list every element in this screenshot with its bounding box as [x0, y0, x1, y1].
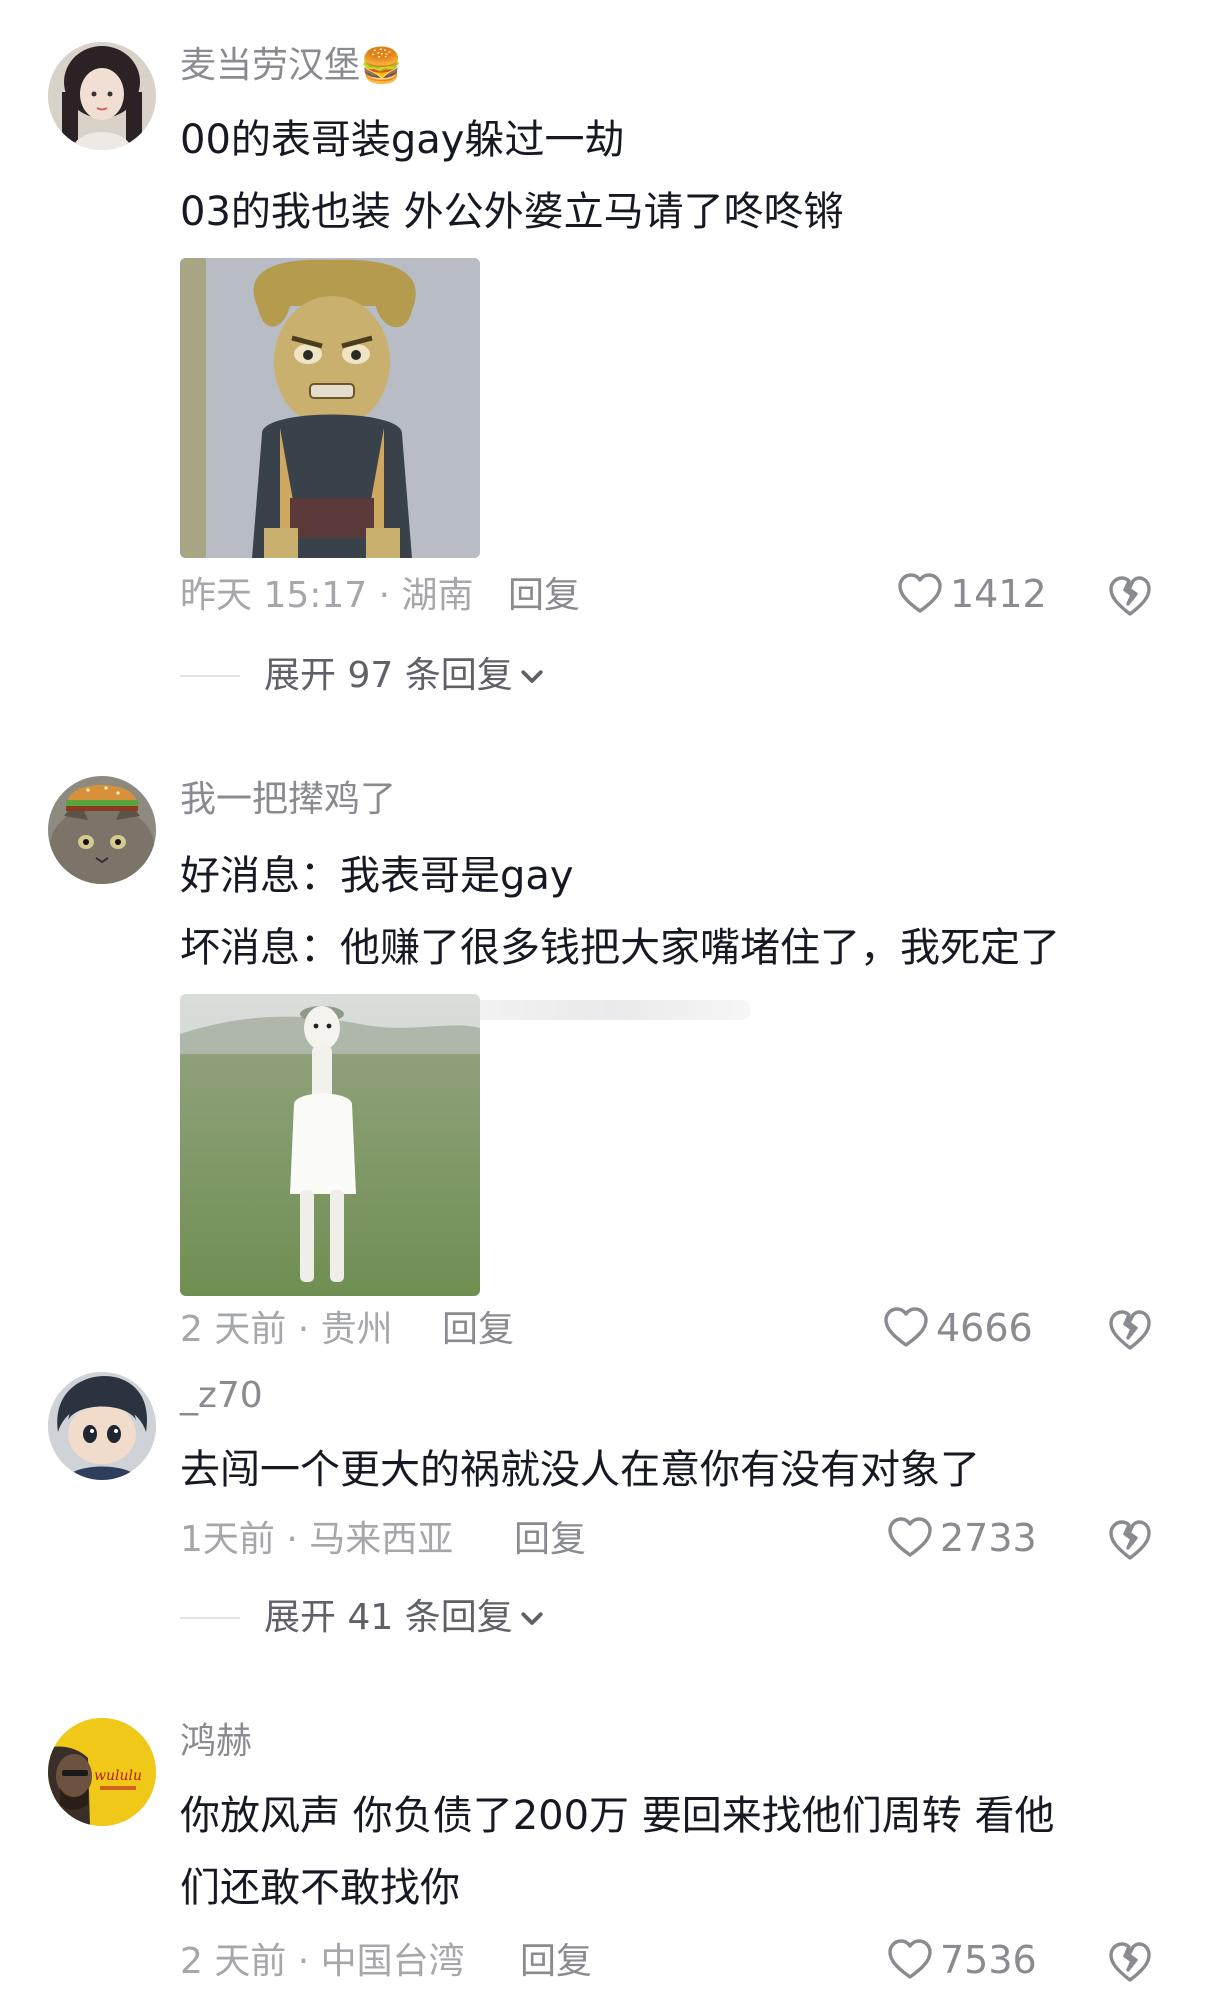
- comment-meta: 2 天前 · 中国台湾: [180, 1941, 465, 1982]
- like-count: 7536: [940, 1938, 1037, 1982]
- broken-heart-icon: [1106, 1938, 1154, 1986]
- avatar-logo-text: wululu: [94, 1768, 142, 1784]
- heart-icon: [886, 1936, 934, 1984]
- like-button[interactable]: 7536: [886, 1936, 1037, 1984]
- username[interactable]: 鸿赫: [180, 1720, 252, 1764]
- dislike-button[interactable]: [1106, 1938, 1154, 1986]
- avatar[interactable]: wululu: [48, 1718, 156, 1826]
- comment-item: wululu 鸿赫 你放风声 你负债了200万 要回来找他们周转 看他 们还敢不…: [0, 0, 1206, 2010]
- reply-button[interactable]: 回复: [520, 1940, 592, 1984]
- comment-text-line: 你放风声 你负债了200万 要回来找他们周转 看他: [180, 1793, 1055, 1839]
- comment-text-line: 们还敢不敢找你: [180, 1865, 460, 1911]
